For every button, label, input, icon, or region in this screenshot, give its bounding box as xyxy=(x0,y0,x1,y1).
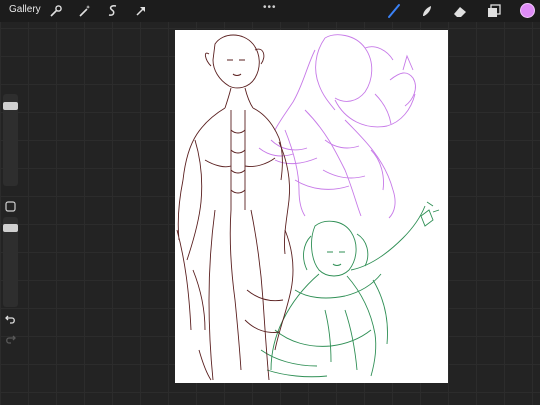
opacity-slider[interactable] xyxy=(3,217,18,307)
undo-icon[interactable] xyxy=(4,312,17,325)
more-options-button[interactable]: ••• xyxy=(263,2,277,13)
sketch-artwork xyxy=(176,34,440,381)
green-figure-sketch xyxy=(260,201,440,378)
selection-icon[interactable] xyxy=(105,3,121,19)
purple-figure-sketch xyxy=(258,34,416,219)
brush-size-slider[interactable] xyxy=(3,94,18,186)
transform-arrow-icon[interactable] xyxy=(133,3,149,19)
top-toolbar: Gallery ••• xyxy=(0,0,540,22)
color-picker-button[interactable] xyxy=(520,3,535,18)
dark-red-figure-sketch xyxy=(176,34,294,381)
layers-icon[interactable] xyxy=(486,3,502,19)
eraser-icon[interactable] xyxy=(452,3,468,19)
drawing-canvas[interactable] xyxy=(175,30,448,383)
modify-square-icon[interactable] xyxy=(5,199,16,212)
magic-wand-icon[interactable] xyxy=(77,3,93,19)
sidebar xyxy=(0,94,21,356)
opacity-thumb[interactable] xyxy=(3,224,18,232)
brush-icon[interactable] xyxy=(386,3,402,19)
smudge-icon[interactable] xyxy=(419,3,435,19)
gallery-button[interactable]: Gallery xyxy=(9,4,41,15)
redo-icon[interactable] xyxy=(4,332,17,345)
brush-size-thumb[interactable] xyxy=(3,102,18,110)
wrench-icon[interactable] xyxy=(48,3,64,19)
